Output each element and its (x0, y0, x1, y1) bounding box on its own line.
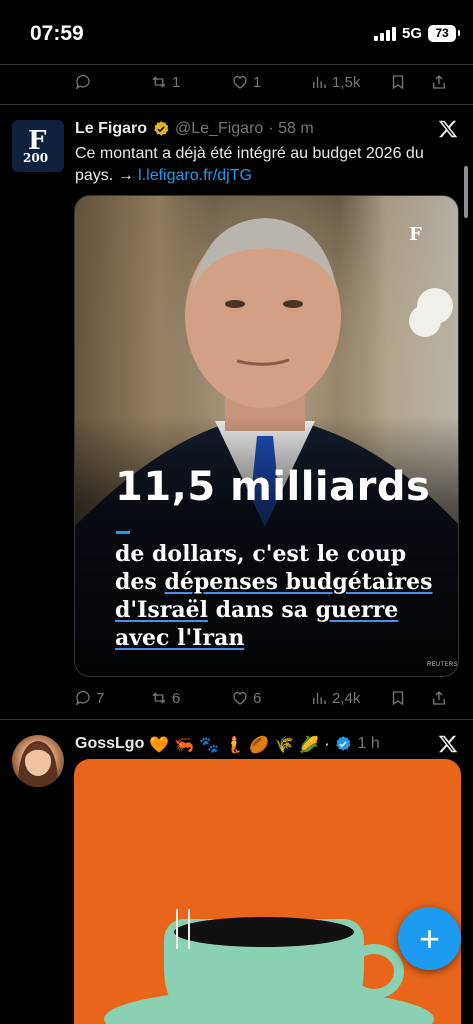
reply-button[interactable]: 7 (74, 683, 104, 713)
share-button[interactable] (430, 683, 448, 713)
avatar-logo-number: 200 (23, 151, 49, 165)
bookmark-icon (392, 75, 404, 90)
compose-button[interactable]: + (398, 907, 461, 970)
battery-icon: 73 (428, 25, 460, 42)
status-bar: 07:59 5G 73 (0, 0, 473, 64)
tweet-time: 1 h (357, 735, 380, 752)
share-button[interactable] (430, 67, 448, 97)
coffee-illustration (174, 917, 354, 947)
repost-count: 1 (172, 73, 181, 91)
views-button[interactable]: 2,4k (310, 683, 360, 713)
verified-badge-icon (336, 736, 351, 751)
share-icon (433, 75, 445, 89)
network-type: 5G (402, 25, 423, 42)
heart-icon (233, 691, 247, 705)
author-name[interactable]: Le Figaro (75, 120, 147, 138)
bookmark-button[interactable] (389, 67, 407, 97)
tweet-text: Ce montant a déjà été intégré au budget … (75, 143, 455, 187)
tweet-header: Le Figaro @Le_Figaro · 58 m (75, 118, 314, 140)
views-count: 2,4k (332, 689, 361, 707)
repost-icon (152, 76, 166, 88)
heart-icon (233, 75, 247, 89)
tweet-link[interactable]: l.lefigaro.fr/djTG (138, 167, 252, 184)
divider (0, 719, 473, 720)
author-handle[interactable]: @Le_Figaro (175, 120, 263, 138)
x-logo-icon (437, 733, 459, 755)
repost-button[interactable]: 1 (150, 67, 180, 97)
repost-icon (152, 692, 166, 704)
scrollbar[interactable] (464, 166, 468, 218)
avatar-portrait (18, 741, 58, 787)
bookmark-button[interactable] (389, 683, 407, 713)
divider (0, 64, 473, 65)
tweet-media-image[interactable] (74, 759, 461, 1024)
bookmark-icon (392, 691, 404, 706)
status-time: 07:59 (30, 22, 84, 45)
reply-count: 7 (96, 689, 105, 707)
like-count: 6 (253, 689, 262, 707)
sub-line-underlined: avec l'Iran (115, 625, 245, 651)
share-icon (433, 691, 445, 705)
like-count: 1 (253, 73, 262, 91)
divider (0, 104, 473, 105)
sub-line: dans sa (208, 597, 316, 623)
tweet-media-image[interactable]: F 11,5 milliards de dollars, c'est le co… (74, 195, 459, 677)
figaro-logo: F (409, 224, 422, 245)
reply-icon (75, 74, 90, 90)
verified-badge-icon (154, 121, 169, 136)
signal-icon (374, 26, 396, 41)
sub-line-underlined: d'Israël (115, 597, 208, 623)
views-button[interactable]: 1,5k (310, 67, 360, 97)
like-button[interactable]: 1 (231, 67, 261, 97)
media-subheadline: de dollars, c'est le coup des dépenses b… (115, 540, 445, 652)
author-name[interactable]: GossLgo (75, 735, 144, 753)
tweet-header: GossLgo 🧡 🦐 🐾 🧜 🏉 🌾 🌽 · 1 h (75, 733, 380, 755)
accent-dash (116, 531, 130, 534)
views-count: 1,5k (332, 73, 361, 91)
repost-button[interactable]: 6 (150, 683, 180, 713)
reply-icon (75, 690, 90, 706)
media-headline: 11,5 milliards (115, 464, 431, 510)
x-logo-icon (437, 118, 459, 140)
prev-tweet-actions: 1 1 1,5k (0, 67, 473, 97)
reply-button[interactable] (74, 67, 96, 97)
author-emojis: 🧡 🦐 🐾 🧜 🏉 🌾 🌽 · (149, 734, 330, 754)
avatar[interactable]: F 200 (12, 120, 64, 172)
sub-line: de dollars, c'est le coup (115, 541, 407, 567)
photo-credit: REUTERS (427, 662, 458, 668)
repost-count: 6 (172, 689, 181, 707)
sub-line-underlined: dépenses budgétaires (164, 569, 433, 595)
sub-line-underlined: guerre (315, 597, 399, 623)
like-button[interactable]: 6 (231, 683, 261, 713)
sub-line: des (115, 569, 165, 595)
ladder-illustration (176, 909, 190, 949)
avatar[interactable] (12, 735, 64, 787)
tweet-time: · 58 m (268, 120, 314, 137)
views-icon (313, 76, 326, 88)
tweet-actions: 7 6 6 2,4k (0, 683, 473, 713)
views-icon (313, 692, 326, 704)
